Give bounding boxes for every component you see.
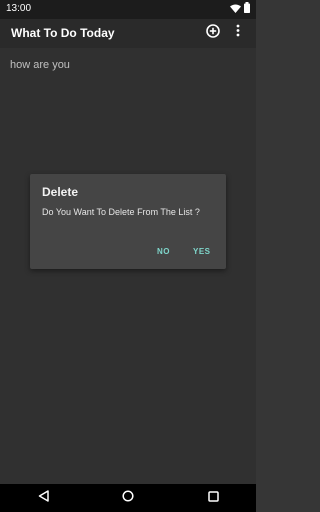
status-bar: 13:00 (0, 0, 256, 19)
add-button[interactable] (204, 23, 222, 43)
yes-button[interactable]: YES (193, 247, 211, 256)
dialog-message: Do You Want To Delete From The List ? (42, 207, 200, 217)
delete-dialog: Delete Do You Want To Delete From The Li… (30, 174, 226, 269)
back-button[interactable] (35, 490, 51, 506)
wifi-icon (230, 0, 241, 18)
status-time: 13:00 (6, 3, 32, 14)
no-button[interactable]: NO (157, 247, 170, 256)
navigation-bar (0, 484, 256, 512)
app-title: What To Do Today (11, 26, 115, 40)
recents-icon (207, 489, 219, 507)
more-vert-icon (236, 24, 240, 42)
add-circle-icon (206, 23, 220, 43)
battery-icon (244, 0, 250, 18)
overflow-menu-button[interactable] (229, 24, 247, 42)
recents-button[interactable] (205, 490, 221, 506)
home-icon (122, 489, 134, 507)
status-icons (230, 0, 250, 18)
home-button[interactable] (120, 490, 136, 506)
app-bar: What To Do Today (0, 19, 256, 48)
dialog-title: Delete (42, 185, 79, 199)
back-icon (38, 489, 49, 507)
